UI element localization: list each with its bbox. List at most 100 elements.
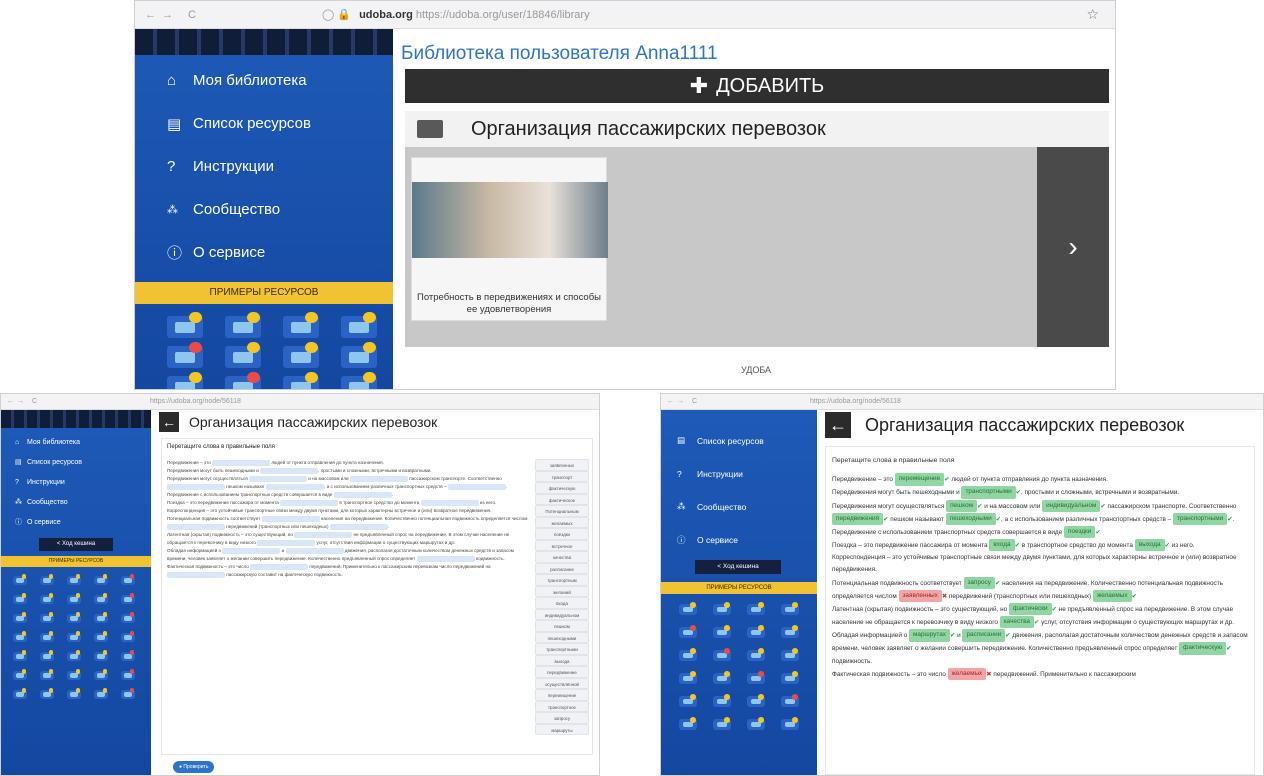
drop-zone[interactable] — [285, 547, 344, 554]
draggable-word[interactable]: заявленных — [535, 459, 589, 471]
star-icon[interactable]: ☆ — [1086, 6, 1099, 23]
example-tile[interactable] — [747, 648, 765, 661]
example-tile[interactable] — [781, 671, 799, 684]
example-tile[interactable] — [94, 574, 108, 585]
sidebar-item-1[interactable]: ? Инструкции — [661, 457, 817, 490]
example-tile[interactable] — [13, 650, 27, 661]
example-tile[interactable] — [747, 671, 765, 684]
sidebar-item-2[interactable]: ⁂ Сообщество — [661, 490, 817, 523]
example-tile[interactable] — [13, 631, 27, 642]
example-tile[interactable] — [781, 694, 799, 707]
answer-slot[interactable]: входа — [989, 539, 1015, 552]
drop-zone[interactable] — [212, 459, 271, 466]
answer-slot[interactable]: пешеходными — [945, 512, 996, 526]
back-button[interactable]: < Ход кешина — [695, 560, 781, 574]
answer-slot[interactable]: транспортными — [961, 486, 1016, 499]
draggable-word[interactable]: транспорт — [535, 470, 589, 482]
draggable-word[interactable]: транспортными — [535, 643, 589, 655]
sidebar-item-resource-list[interactable]: ▤ Список ресурсов — [135, 102, 393, 145]
sidebar-item-1[interactable]: ▤ Список ресурсов — [1, 452, 151, 472]
example-tile[interactable] — [225, 342, 261, 368]
sidebar-item-3[interactable]: ⁂ Сообщество — [1, 492, 151, 512]
back-arrow-button[interactable]: ← — [159, 412, 179, 432]
draggable-word[interactable]: входа — [535, 597, 589, 609]
drop-zone[interactable] — [416, 555, 475, 562]
draggable-word[interactable]: фактическое — [535, 493, 589, 505]
example-tile[interactable] — [781, 717, 799, 730]
resource-card[interactable]: Потребность в передвижениях и способы ее… — [411, 157, 608, 321]
example-tile[interactable] — [167, 372, 203, 389]
drop-zone[interactable] — [257, 539, 316, 546]
example-tile[interactable] — [679, 648, 697, 661]
example-tile[interactable] — [283, 372, 319, 389]
example-tile[interactable] — [283, 312, 319, 338]
drop-zone[interactable] — [222, 547, 281, 554]
draggable-word[interactable]: качества — [535, 551, 589, 563]
drop-zone[interactable] — [447, 483, 506, 490]
example-tile[interactable] — [341, 342, 377, 368]
example-tile[interactable] — [121, 612, 135, 623]
answer-slot[interactable]: маршрутах — [909, 629, 950, 642]
example-tile[interactable] — [94, 669, 108, 680]
examples-header[interactable]: ПРИМЕРЫ РЕСУРСОВ — [1, 556, 151, 567]
example-tile[interactable] — [40, 593, 54, 604]
draggable-word[interactable]: желаемых — [535, 516, 589, 528]
example-tile[interactable] — [713, 648, 731, 661]
drop-zone[interactable] — [280, 499, 339, 506]
example-tile[interactable] — [747, 625, 765, 638]
example-tile[interactable] — [341, 312, 377, 338]
drop-zone[interactable] — [266, 483, 325, 490]
example-tile[interactable] — [713, 671, 731, 684]
draggable-word[interactable]: выхода — [535, 654, 589, 666]
answer-slot[interactable]: запросу — [963, 576, 995, 590]
sidebar-item-about[interactable]: ⓘ О сервисе — [135, 231, 393, 274]
answer-slot[interactable]: желаемых — [1092, 589, 1132, 603]
examples-header[interactable]: ПРИМЕРЫ РЕСУРСОВ — [135, 282, 393, 304]
answer-slot[interactable]: желаемых — [947, 667, 987, 681]
example-tile[interactable] — [713, 625, 731, 638]
draggable-word[interactable]: пешком — [535, 620, 589, 632]
sidebar-item-0[interactable]: ▤ Список ресурсов — [661, 424, 817, 457]
answer-slot[interactable]: фактически — [1008, 603, 1052, 616]
example-tile[interactable] — [40, 688, 54, 699]
example-tile[interactable] — [713, 694, 731, 707]
draggable-word[interactable]: расписание — [535, 562, 589, 574]
example-tile[interactable] — [94, 612, 108, 623]
draggable-word[interactable]: запросу — [535, 712, 589, 724]
drop-zone[interactable] — [167, 523, 225, 530]
drop-zone[interactable] — [260, 467, 319, 474]
answer-slot[interactable]: индивидуальном — [1042, 499, 1101, 512]
example-tile[interactable] — [781, 648, 799, 661]
example-tile[interactable] — [40, 574, 54, 585]
back-button[interactable]: < Ход кешина — [39, 538, 113, 551]
drop-zone[interactable] — [329, 523, 388, 530]
example-tile[interactable] — [13, 669, 27, 680]
drop-zone[interactable] — [420, 499, 479, 506]
answer-slot[interactable]: перемещение — [894, 473, 945, 486]
draggable-word[interactable]: поездки — [535, 528, 589, 540]
draggable-word[interactable]: пешеходными — [535, 631, 589, 643]
example-tile[interactable] — [121, 593, 135, 604]
answer-slot[interactable]: выхода — [1134, 539, 1165, 552]
address-bar[interactable]: https://udoba.org/node/56118 — [150, 398, 241, 405]
example-tile[interactable] — [40, 650, 54, 661]
add-button[interactable]: ✚ ДОБАВИТЬ — [405, 69, 1109, 103]
check-button[interactable]: ● Проверить — [173, 761, 215, 773]
draggable-word[interactable]: передвижение — [535, 666, 589, 678]
example-tile[interactable] — [713, 602, 731, 615]
example-tile[interactable] — [67, 574, 81, 585]
example-tile[interactable] — [679, 694, 697, 707]
example-tile[interactable] — [747, 694, 765, 707]
answer-slot[interactable]: поездки — [1064, 525, 1096, 539]
sidebar-item-2[interactable]: ? Инструкции — [1, 472, 151, 492]
draggable-word[interactable]: транспортное — [535, 700, 589, 712]
example-tile[interactable] — [225, 372, 261, 389]
sidebar-item-my-library[interactable]: ⌂ Моя библиотека — [135, 59, 393, 102]
example-tile[interactable] — [13, 593, 27, 604]
example-tile[interactable] — [40, 631, 54, 642]
carousel-next-button[interactable]: › — [1037, 147, 1109, 347]
example-tile[interactable] — [747, 602, 765, 615]
example-tile[interactable] — [94, 650, 108, 661]
sidebar-item-0[interactable]: ⌂ Моя библиотека — [1, 432, 151, 452]
draggable-word[interactable]: индивидуальном — [535, 608, 589, 620]
